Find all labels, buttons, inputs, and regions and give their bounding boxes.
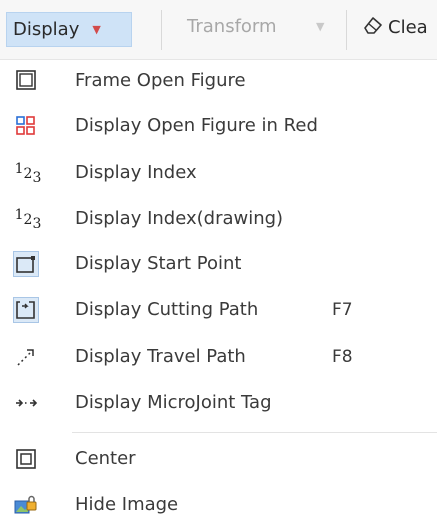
index-drawing-icon: 1 2 3 [14, 207, 42, 232]
center-icon [14, 447, 38, 471]
menu-item-label: Frame Open Figure [75, 70, 246, 91]
microjoint-icon [14, 391, 38, 415]
menu-item-label: Display MicroJoint Tag [75, 392, 272, 413]
menu-item-label: Display Index(drawing) [75, 208, 284, 229]
hide-image-icon [14, 493, 38, 517]
menu-item-label: Display Travel Path [75, 346, 246, 367]
eraser-icon [362, 14, 384, 40]
menu-item-display-open-figure-red[interactable]: Display Open Figure in Red [0, 104, 437, 148]
red-figure-icon [14, 114, 38, 138]
chevron-down-icon: ▼ [92, 23, 101, 36]
clear-button[interactable]: Clea [362, 14, 428, 40]
index-icon: 1 2 3 [14, 161, 42, 186]
display-menu-button[interactable]: Display ▼ [6, 12, 132, 47]
menu-item-display-start-point[interactable]: Display Start Point [0, 242, 437, 286]
toolbar-divider [346, 10, 347, 50]
menu-item-display-cutting-path[interactable]: Display Cutting Path F7 [0, 288, 437, 332]
chevron-down-icon: ▼ [316, 20, 325, 33]
menu-item-display-index[interactable]: 1 2 3 Display Index [0, 151, 437, 195]
menu-item-frame-open-figure[interactable]: Frame Open Figure [0, 59, 437, 103]
menu-separator [72, 432, 437, 433]
start-point-icon [13, 251, 39, 277]
clear-label: Clea [388, 16, 428, 38]
menu-item-hide-image[interactable]: Hide Image [0, 483, 437, 527]
toolbar: Display ▼ Transform ▼ Clea [0, 0, 437, 60]
menu-item-label: Display Cutting Path [75, 299, 259, 320]
menu-item-display-microjoint-tag[interactable]: Display MicroJoint Tag [0, 381, 437, 425]
shortcut-f8: F8 [332, 347, 353, 367]
menu-item-label: Display Open Figure in Red [75, 115, 318, 136]
menu-item-center[interactable]: Center [0, 437, 437, 481]
transform-menu-button[interactable]: Transform [187, 16, 277, 37]
menu-item-display-travel-path[interactable]: Display Travel Path F8 [0, 335, 437, 379]
toolbar-divider [161, 10, 162, 50]
menu-item-display-index-drawing[interactable]: 1 2 3 Display Index(drawing) [0, 197, 437, 241]
shortcut-f7: F7 [332, 300, 353, 320]
travel-path-icon [14, 345, 38, 369]
frame-icon [14, 68, 38, 92]
menu-item-label: Center [75, 448, 136, 469]
menu-item-label: Display Index [75, 162, 197, 183]
display-label: Display [13, 19, 80, 40]
menu-item-label: Hide Image [75, 494, 179, 515]
menu-item-label: Display Start Point [75, 253, 242, 274]
cutting-path-icon [13, 297, 39, 323]
